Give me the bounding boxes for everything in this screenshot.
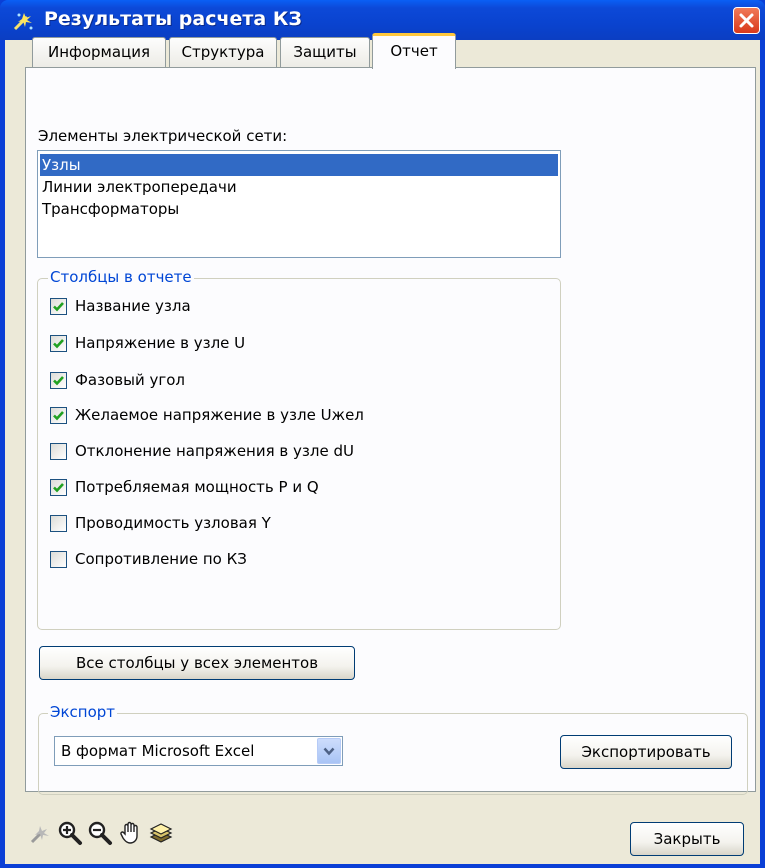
checkbox-label: Отклонение напряжения в узле dU xyxy=(75,442,354,460)
checkmark-icon xyxy=(53,339,64,349)
tab-informatsiya[interactable]: Информация xyxy=(32,37,166,68)
checkbox-label: Желаемое напряжение в узле Uжел xyxy=(75,406,364,424)
tab-struktura[interactable]: Структура xyxy=(169,37,277,68)
list-item[interactable]: Линии электропередачи xyxy=(40,176,558,198)
close-window-button[interactable] xyxy=(733,7,760,34)
checkbox-box[interactable] xyxy=(50,515,67,532)
close-button[interactable]: Закрыть xyxy=(630,822,744,856)
checkbox-box[interactable] xyxy=(50,551,67,568)
checkbox-label: Фазовый угол xyxy=(75,371,185,389)
elements-listbox[interactable]: Узлы Линии электропередачи Трансформатор… xyxy=(37,150,561,258)
checkbox-label: Название узла xyxy=(75,297,191,315)
dropdown-button[interactable] xyxy=(317,738,341,764)
tab-otchet[interactable]: Отчет xyxy=(372,33,456,69)
checkbox-label: Сопротивление по КЗ xyxy=(75,550,247,568)
checkbox-box[interactable] xyxy=(50,407,67,424)
checkmark-icon xyxy=(53,302,64,312)
checkbox-box[interactable] xyxy=(50,443,67,460)
list-item[interactable]: Трансформаторы xyxy=(40,198,558,220)
checkbox-box[interactable] xyxy=(50,479,67,496)
checkbox-box[interactable] xyxy=(50,335,67,352)
pointer-icon[interactable] xyxy=(28,820,54,846)
checkbox-label: Потребляемая мощность P и Q xyxy=(75,478,319,496)
chevron-down-icon xyxy=(323,747,335,756)
zoom-out-icon[interactable] xyxy=(87,820,113,846)
app-icon xyxy=(13,13,33,31)
export-format-value: В формат Microsoft Excel xyxy=(61,742,255,760)
checkmark-icon xyxy=(53,376,64,386)
window-title: Результаты расчета КЗ xyxy=(44,8,302,30)
close-icon xyxy=(739,13,754,28)
checkmark-icon xyxy=(53,411,64,421)
pan-hand-icon[interactable] xyxy=(118,820,144,846)
checkbox-label: Проводимость узловая Y xyxy=(75,514,271,532)
checkbox-box[interactable] xyxy=(50,298,67,315)
export-legend: Экспорт xyxy=(48,703,118,721)
zoom-in-icon[interactable] xyxy=(57,820,83,846)
checkbox-label: Напряжение в узле U xyxy=(75,334,246,352)
export-format-select[interactable]: В формат Microsoft Excel xyxy=(54,736,343,766)
list-item[interactable]: Узлы xyxy=(40,154,558,176)
export-button[interactable]: Экспортировать xyxy=(560,735,732,769)
columns-legend: Столбцы в отчете xyxy=(48,268,194,286)
layers-icon[interactable] xyxy=(148,820,174,846)
tab-zashchity[interactable]: Защиты xyxy=(280,37,370,68)
checkbox-box[interactable] xyxy=(50,372,67,389)
all-columns-button[interactable]: Все столбцы у всех элементов xyxy=(39,646,355,680)
dialog-window: Результаты расчета КЗ Информация Структу… xyxy=(0,0,765,868)
elements-label: Элементы электрической сети: xyxy=(38,127,288,145)
checkmark-icon xyxy=(53,483,64,493)
